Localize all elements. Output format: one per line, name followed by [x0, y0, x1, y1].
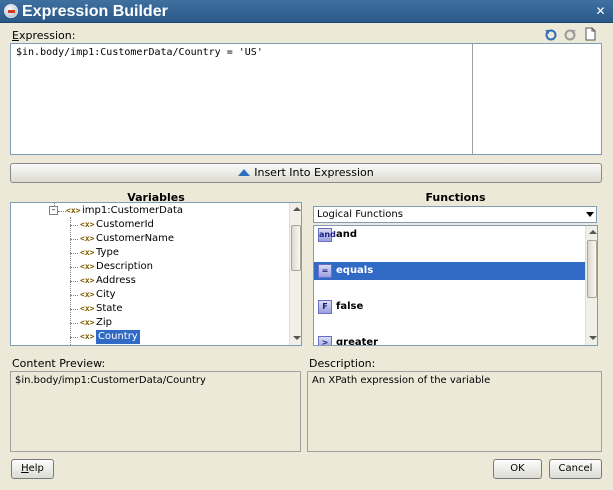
chevron-down-icon[interactable]: [586, 212, 594, 217]
function-icon: >: [318, 336, 332, 345]
tree-line: [58, 211, 66, 212]
function-category-value: Logical Functions: [317, 209, 403, 220]
function-item[interactable]: = equals: [314, 262, 585, 280]
undo-icon[interactable]: [544, 27, 558, 41]
title-bar[interactable]: Expression Builder ✕: [0, 0, 613, 23]
scroll-down-icon[interactable]: [293, 336, 301, 340]
description-text: An XPath expression of the variable: [312, 375, 491, 386]
tree-line: [70, 239, 78, 240]
collapse-icon[interactable]: –: [49, 206, 58, 215]
expression-label: Expression:: [12, 29, 76, 42]
content-preview-label: Content Preview:: [12, 357, 106, 370]
tree-label: State: [96, 303, 123, 314]
function-category-select[interactable]: Logical Functions: [313, 206, 597, 223]
function-item[interactable]: Ffalse: [314, 298, 585, 316]
scroll-up-icon[interactable]: [589, 230, 597, 234]
scroll-up-icon[interactable]: [293, 207, 301, 211]
content-preview-box: $in.body/imp1:CustomerData/Country: [10, 371, 301, 452]
tree-line: [70, 309, 78, 310]
functions-title: Functions: [425, 191, 486, 204]
scroll-down-icon[interactable]: [589, 336, 597, 340]
functions-list[interactable]: andand=equalsFfalse>greater≥greater equa…: [313, 225, 598, 346]
function-icon: and: [318, 228, 336, 242]
scroll-thumb[interactable]: [291, 225, 301, 271]
close-icon[interactable]: ✕: [592, 3, 609, 19]
tree-label: City: [96, 289, 116, 300]
tree-label-root: imp1:CustomerData: [82, 205, 184, 216]
expression-text[interactable]: $in.body/imp1:CustomerData/Country = 'US…: [16, 47, 263, 58]
cancel-button[interactable]: Cancel: [549, 459, 602, 479]
clear-icon[interactable]: [583, 27, 597, 41]
tree-label: Address: [96, 275, 136, 286]
functions-scrollbar[interactable]: [585, 226, 597, 345]
function-label: false: [336, 301, 364, 312]
tree-label: CustomerId: [96, 219, 154, 230]
expression-editor[interactable]: $in.body/imp1:CustomerData/Country = 'US…: [10, 43, 602, 155]
redo-icon[interactable]: [563, 27, 577, 41]
variables-tree[interactable]: – <x> imp1:CustomerData <x> CustomerId <x>…: [10, 202, 302, 346]
function-label: greater: [336, 337, 379, 346]
window-title: Expression Builder: [22, 3, 168, 20]
tree-line: [70, 337, 78, 338]
scroll-thumb[interactable]: [587, 240, 597, 298]
content-preview-text: $in.body/imp1:CustomerData/Country: [15, 375, 206, 386]
arrow-up-icon: [238, 168, 251, 176]
tree-line: [70, 281, 78, 282]
tree-line: [70, 267, 78, 268]
function-label: and: [336, 229, 358, 240]
function-item[interactable]: > greater: [314, 334, 585, 346]
function-icon: F: [318, 300, 332, 314]
editor-divider: [472, 44, 473, 154]
function-item[interactable]: and and: [314, 226, 585, 244]
help-button[interactable]: Help: [11, 459, 54, 479]
app-icon: [4, 4, 18, 18]
tree-label: Description: [96, 261, 153, 272]
ok-button[interactable]: OK: [493, 459, 542, 479]
insert-into-expression-button[interactable]: Insert Into Expression: [10, 163, 602, 183]
description-label: Description:: [309, 357, 376, 370]
tree-line: [70, 295, 78, 296]
tree-line: [70, 225, 78, 226]
tree-label: Country: [96, 330, 140, 344]
tree-label: CustomerName: [96, 233, 175, 244]
description-box: An XPath expression of the variable: [307, 371, 602, 452]
function-icon: =: [318, 264, 332, 278]
tree-label: Zip: [96, 317, 112, 328]
tree-label: Type: [96, 247, 119, 258]
variables-scrollbar[interactable]: [289, 203, 301, 345]
tree-line: [70, 253, 78, 254]
function-label: equals: [336, 265, 374, 276]
tree-line: [70, 323, 78, 324]
